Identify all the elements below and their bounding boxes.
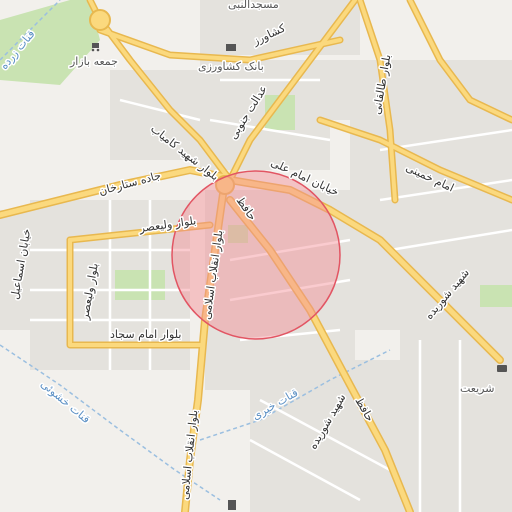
map-canvas[interactable]: بلوار امام سجاد بلوار ولیعصر بلوار ولیعص… [0, 0, 512, 512]
label-jome-bazar: جمعه بازار [69, 55, 118, 68]
fuel-station-icon [228, 500, 236, 510]
roundabout-northwest [89, 9, 111, 31]
bank-icon [226, 44, 236, 51]
highlight-circle[interactable] [171, 170, 341, 340]
label-masjed-nabi: مسجدالنبی [228, 0, 279, 11]
park-block-west [115, 270, 165, 300]
map-view[interactable]: بلوار امام سجاد بلوار ولیعصر بلوار ولیعص… [0, 0, 512, 512]
label-imam-sajjad: بلوار امام سجاد [110, 328, 181, 341]
label-bank-keshavarzi: بانک کشاورزی [198, 60, 264, 73]
park-east [480, 285, 512, 307]
label-sharieti: شریعت [460, 382, 494, 395]
camera-icon [497, 365, 507, 372]
